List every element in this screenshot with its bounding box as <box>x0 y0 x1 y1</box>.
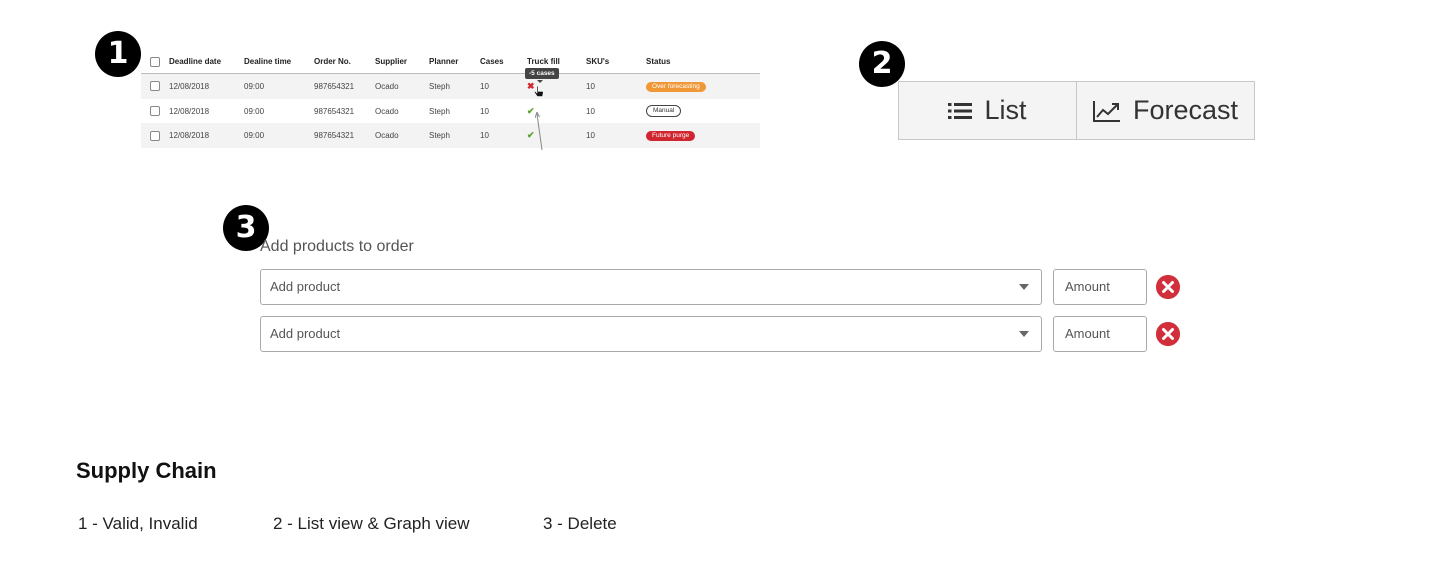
add-product-placeholder: Add product <box>270 326 341 341</box>
legend-item-3: 3 - Delete <box>543 514 617 533</box>
header-supplier[interactable]: Supplier <box>375 57 429 66</box>
cell-order-no: 987654321 <box>314 131 355 141</box>
cell-date: 12/08/2018 <box>169 131 210 141</box>
view-toggle: List Forecast <box>898 81 1255 140</box>
cell-time: 09:00 <box>244 81 265 91</box>
cell-skus: 10 <box>586 106 595 116</box>
check-icon: ✔ <box>527 130 535 141</box>
forecast-view-button[interactable]: Forecast <box>1076 82 1254 139</box>
header-truck-fill[interactable]: Truck fill <box>527 57 586 66</box>
status-badge: Manual <box>646 105 682 118</box>
amount-placeholder: Amount <box>1065 326 1110 341</box>
orders-table: Deadline date Dealine time Order No. Sup… <box>141 50 760 149</box>
cell-skus: 10 <box>586 81 595 91</box>
header-planner[interactable]: Planner <box>429 57 480 66</box>
chevron-down-icon <box>1019 331 1029 337</box>
cell-cases: 10 <box>480 106 489 116</box>
line-chart-icon <box>1092 100 1120 122</box>
add-product-select[interactable]: Add product <box>260 316 1042 352</box>
cell-order-no: 987654321 <box>314 81 355 91</box>
cell-supplier: Ocado <box>375 81 399 91</box>
cell-planner: Steph <box>429 106 450 116</box>
table-header: Deadline date Dealine time Order No. Sup… <box>141 50 760 74</box>
header-status[interactable]: Status <box>646 57 756 66</box>
row-checkbox[interactable] <box>150 106 160 117</box>
status-badge: Over forecasting <box>646 81 706 92</box>
cell-date: 12/08/2018 <box>169 106 210 116</box>
amount-placeholder: Amount <box>1065 279 1110 294</box>
cell-order-no: 987654321 <box>314 106 355 116</box>
product-row: Add product Amount <box>260 316 1190 352</box>
cell-time: 09:00 <box>244 106 265 116</box>
amount-input[interactable]: Amount <box>1053 316 1147 352</box>
list-icon <box>948 102 973 119</box>
add-products-title: Add products to order <box>260 238 414 255</box>
table-row[interactable]: 12/08/2018 09:00 987654321 Ocado Steph 1… <box>141 123 760 149</box>
table-row[interactable]: 12/08/2018 09:00 987654321 Ocado Steph 1… <box>141 99 760 124</box>
header-deadline-date[interactable]: Deadline date <box>169 57 244 66</box>
row-checkbox[interactable] <box>150 81 160 92</box>
header-cases[interactable]: Cases <box>480 57 527 66</box>
step-marker-1: 1 <box>95 31 141 77</box>
legend-title: Supply Chain <box>76 458 217 483</box>
list-view-label: List <box>984 95 1027 125</box>
legend-item-2: 2 - List view & Graph view <box>273 514 470 533</box>
forecast-view-label: Forecast <box>1132 95 1239 125</box>
check-icon: ✔ <box>527 105 535 116</box>
cell-cases: 10 <box>480 131 489 141</box>
cell-supplier: Ocado <box>375 131 399 141</box>
header-skus[interactable]: SKU's <box>586 57 646 66</box>
product-row: Add product Amount <box>260 269 1190 305</box>
annotation-pointer-line <box>535 112 543 151</box>
cell-cases: 10 <box>480 81 489 91</box>
list-view-button[interactable]: List <box>899 82 1076 139</box>
tooltip-caret <box>537 80 543 83</box>
chevron-down-icon <box>1019 284 1029 290</box>
legend-item-1: 1 - Valid, Invalid <box>78 514 198 533</box>
cell-planner: Steph <box>429 81 450 91</box>
cell-date: 12/08/2018 <box>169 81 210 91</box>
row-checkbox[interactable] <box>150 130 160 141</box>
truck-fill-tooltip: -5 cases <box>525 68 559 79</box>
amount-input[interactable]: Amount <box>1053 269 1147 305</box>
cell-planner: Steph <box>429 131 450 141</box>
delete-circle-icon[interactable] <box>1156 275 1180 299</box>
status-badge: Future purge <box>646 131 696 142</box>
add-product-select[interactable]: Add product <box>260 269 1042 305</box>
header-order-no[interactable]: Order No. <box>314 57 375 66</box>
header-deadline-time[interactable]: Dealine time <box>244 57 314 66</box>
cell-skus: 10 <box>586 131 595 141</box>
delete-circle-icon[interactable] <box>1156 322 1180 346</box>
cell-time: 09:00 <box>244 131 265 141</box>
hand-cursor-icon <box>533 86 544 97</box>
select-all-checkbox[interactable] <box>150 56 160 67</box>
cell-supplier: Ocado <box>375 106 399 116</box>
add-product-placeholder: Add product <box>270 279 341 294</box>
table-row[interactable]: 12/08/2018 09:00 987654321 Ocado Steph 1… <box>141 74 760 99</box>
